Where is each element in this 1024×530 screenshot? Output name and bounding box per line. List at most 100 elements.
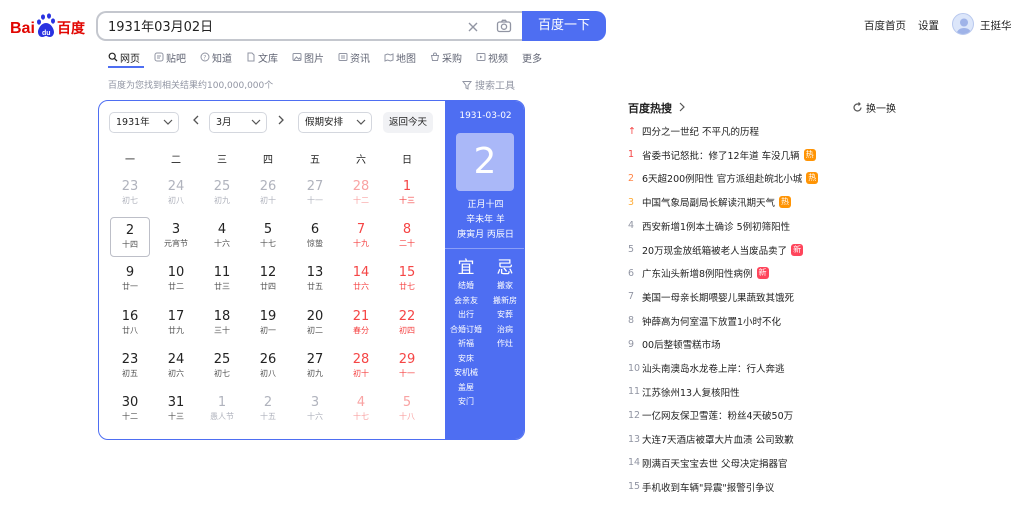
lunar-label: 十二 <box>122 412 138 421</box>
calendar-day[interactable]: 21 春分 <box>341 304 381 344</box>
username[interactable]: 王挺华 <box>980 18 1012 33</box>
hot-search-item[interactable]: 13 大连7天酒店被罩大片血渍 公司致歉 <box>628 432 794 447</box>
calendar-day[interactable]: 16 廿八 <box>110 304 150 344</box>
chevron-down-icon <box>251 119 261 125</box>
hot-search-item[interactable]: 9 00后整顿雪糕市场 <box>628 337 721 352</box>
hot-search-item[interactable]: 8 钟薛高为何室温下放置1小时不化 <box>628 314 781 328</box>
day-number: 17 <box>167 308 185 324</box>
calendar-day[interactable]: 27 十一 <box>295 174 335 214</box>
calendar-day[interactable]: 31 十三 <box>156 390 196 430</box>
calendar-day[interactable]: 7 十九 <box>341 217 381 257</box>
hot-search-title-text: 刚满百天宝宝去世 父母决定捐器官 <box>642 458 788 470</box>
hot-search-item[interactable]: 1 省委书记怒批：修了12年道 车没几辆热 <box>628 148 816 162</box>
year-select[interactable]: 1931年 <box>109 112 179 133</box>
tab-zhidao[interactable]: ? 知道 <box>200 49 232 65</box>
hot-search-item[interactable]: 3 中国气象局副局长解读汛期天气热 <box>628 195 792 209</box>
calendar-day[interactable]: 5 十七 <box>248 217 288 257</box>
calendar-day[interactable]: 28 初十 <box>341 347 381 387</box>
calendar-day[interactable]: 11 廿三 <box>202 260 242 300</box>
calendar-day[interactable]: 2 十五 <box>248 390 288 430</box>
tab-news[interactable]: 资讯 <box>338 49 370 65</box>
clear-icon[interactable] <box>466 19 480 38</box>
next-month-button[interactable] <box>277 115 285 128</box>
hot-search-item[interactable]: 12 一亿网友保卫雪莲：粉丝4天破50万 <box>628 408 793 423</box>
tab-more[interactable]: 更多 <box>522 49 542 65</box>
calendar-day[interactable]: 4 十七 <box>341 390 381 430</box>
hot-search-title[interactable]: 百度热搜 <box>628 100 686 116</box>
holiday-select[interactable]: 假期安排 <box>298 112 372 133</box>
hot-search-item[interactable]: 4 西安新增1例本土确诊 5例初筛阳性 <box>628 219 790 233</box>
baidu-home-link[interactable]: 百度首页 <box>864 18 906 33</box>
hot-search-item[interactable]: 2 6天超200例阳性 官方派组赴皖北小城热 <box>628 171 819 185</box>
settings-link[interactable]: 设置 <box>918 18 939 33</box>
lunar-label: 初五 <box>122 368 138 378</box>
calendar-day[interactable]: 25 初七 <box>202 347 242 387</box>
tab-tieba[interactable]: 贴吧 <box>154 49 186 65</box>
calendar-day[interactable]: 29 十一 <box>387 347 427 387</box>
refresh-button[interactable]: 换一换 <box>852 100 896 115</box>
hot-search-title-text: 大连7天酒店被罩大片血渍 公司致歉 <box>642 435 794 447</box>
tab-purchase[interactable]: 采购 <box>430 49 462 65</box>
tab-image[interactable]: 图片 <box>292 49 324 65</box>
calendar-day[interactable]: 6 惊蛰 <box>295 217 335 257</box>
hot-search-item[interactable]: 15 手机收到车辆"异震"报警引争议 <box>628 480 774 494</box>
calendar-day[interactable]: 4 十六 <box>202 217 242 257</box>
calendar-day[interactable]: 27 初九 <box>295 347 335 387</box>
calendar-day[interactable]: 26 初十 <box>248 174 288 214</box>
refresh-icon <box>853 102 862 112</box>
calendar-day[interactable]: 9 廿一 <box>110 260 150 300</box>
lunar-label: 初二 <box>307 325 323 335</box>
calendar-day[interactable]: 5 十八 <box>387 390 427 430</box>
hot-search-item[interactable]: 14 刚满百天宝宝去世 父母决定捐器官 <box>628 456 788 470</box>
calendar-day[interactable]: 14 廿六 <box>341 260 381 300</box>
hot-search-item[interactable]: 7 美国一母亲长期喂婴儿果蔬致其饿死 <box>628 290 794 304</box>
baidu-logo[interactable]: Bai du 百度 <box>10 12 88 40</box>
calendar-day[interactable]: 12 廿四 <box>248 260 288 300</box>
calendar-day[interactable]: 10 廿二 <box>156 260 196 300</box>
calendar-day[interactable]: 24 初六 <box>156 347 196 387</box>
calendar-day[interactable]: 3 十六 <box>295 390 335 430</box>
calendar-day[interactable]: 1 愚人节 <box>202 390 242 430</box>
search-tools-button[interactable]: 搜索工具 <box>462 77 515 92</box>
calendar-day[interactable]: 25 初九 <box>202 174 242 214</box>
hot-search-item[interactable]: ↑ 四分之一世纪 不平凡的历程 <box>628 124 759 139</box>
calendar-day[interactable]: 15 廿七 <box>387 260 427 300</box>
calendar-day[interactable]: 28 十二 <box>341 174 381 214</box>
prev-month-button[interactable] <box>192 115 200 128</box>
calendar-day[interactable]: 26 初八 <box>248 347 288 387</box>
calendar-day[interactable]: 13 廿五 <box>295 260 335 300</box>
calendar-day[interactable]: 3 元宵节 <box>156 217 196 257</box>
weekday-label: 一 <box>125 155 135 166</box>
avatar[interactable] <box>952 13 974 35</box>
calendar-day[interactable]: 17 廿九 <box>156 304 196 344</box>
calendar-day[interactable]: 22 初四 <box>387 304 427 344</box>
news-icon <box>338 53 348 61</box>
lunar-label: 十六 <box>214 239 230 249</box>
hot-search-item[interactable]: 11 江苏徐州13人复核阳性 <box>628 385 740 399</box>
camera-icon[interactable] <box>496 18 512 38</box>
calendar-day[interactable]: 30 十二 <box>110 390 150 430</box>
calendar-day[interactable]: 23 初七 <box>110 174 150 214</box>
search-button[interactable]: 百度一下 <box>522 11 606 41</box>
rank-number: 8 <box>628 315 635 327</box>
calendar-day[interactable]: 8 二十 <box>387 217 427 257</box>
calendar-day[interactable]: 23 初五 <box>110 347 150 387</box>
back-to-today-button[interactable]: 返回今天 <box>383 112 433 133</box>
purchase-icon <box>430 52 440 61</box>
tab-map[interactable]: 地图 <box>384 49 416 65</box>
month-select[interactable]: 3月 <box>209 112 267 133</box>
hot-search-item[interactable]: 10 汕头南澳岛水龙卷上岸：行人奔逃 <box>628 361 785 376</box>
calendar-day[interactable]: 24 初八 <box>156 174 196 214</box>
calendar-day[interactable]: 18 三十 <box>202 304 242 344</box>
search-input[interactable] <box>108 18 448 33</box>
lunar-label: 廿九 <box>168 325 184 335</box>
tab-video[interactable]: 视频 <box>476 49 508 65</box>
calendar-day[interactable]: 1 十三 <box>387 174 427 214</box>
hot-search-item[interactable]: 5 20万现金放纸箱被老人当废品卖了新 <box>628 243 804 257</box>
calendar-day[interactable]: 20 初二 <box>295 304 335 344</box>
calendar-day[interactable]: 19 初一 <box>248 304 288 344</box>
hot-search-item[interactable]: 6 广东汕头新增8例阳性病例新 <box>628 266 769 280</box>
calendar-day[interactable]: 2 十四 <box>110 217 150 258</box>
tab-web[interactable]: 网页 <box>108 49 140 65</box>
tab-wenku[interactable]: 文库 <box>246 49 278 65</box>
